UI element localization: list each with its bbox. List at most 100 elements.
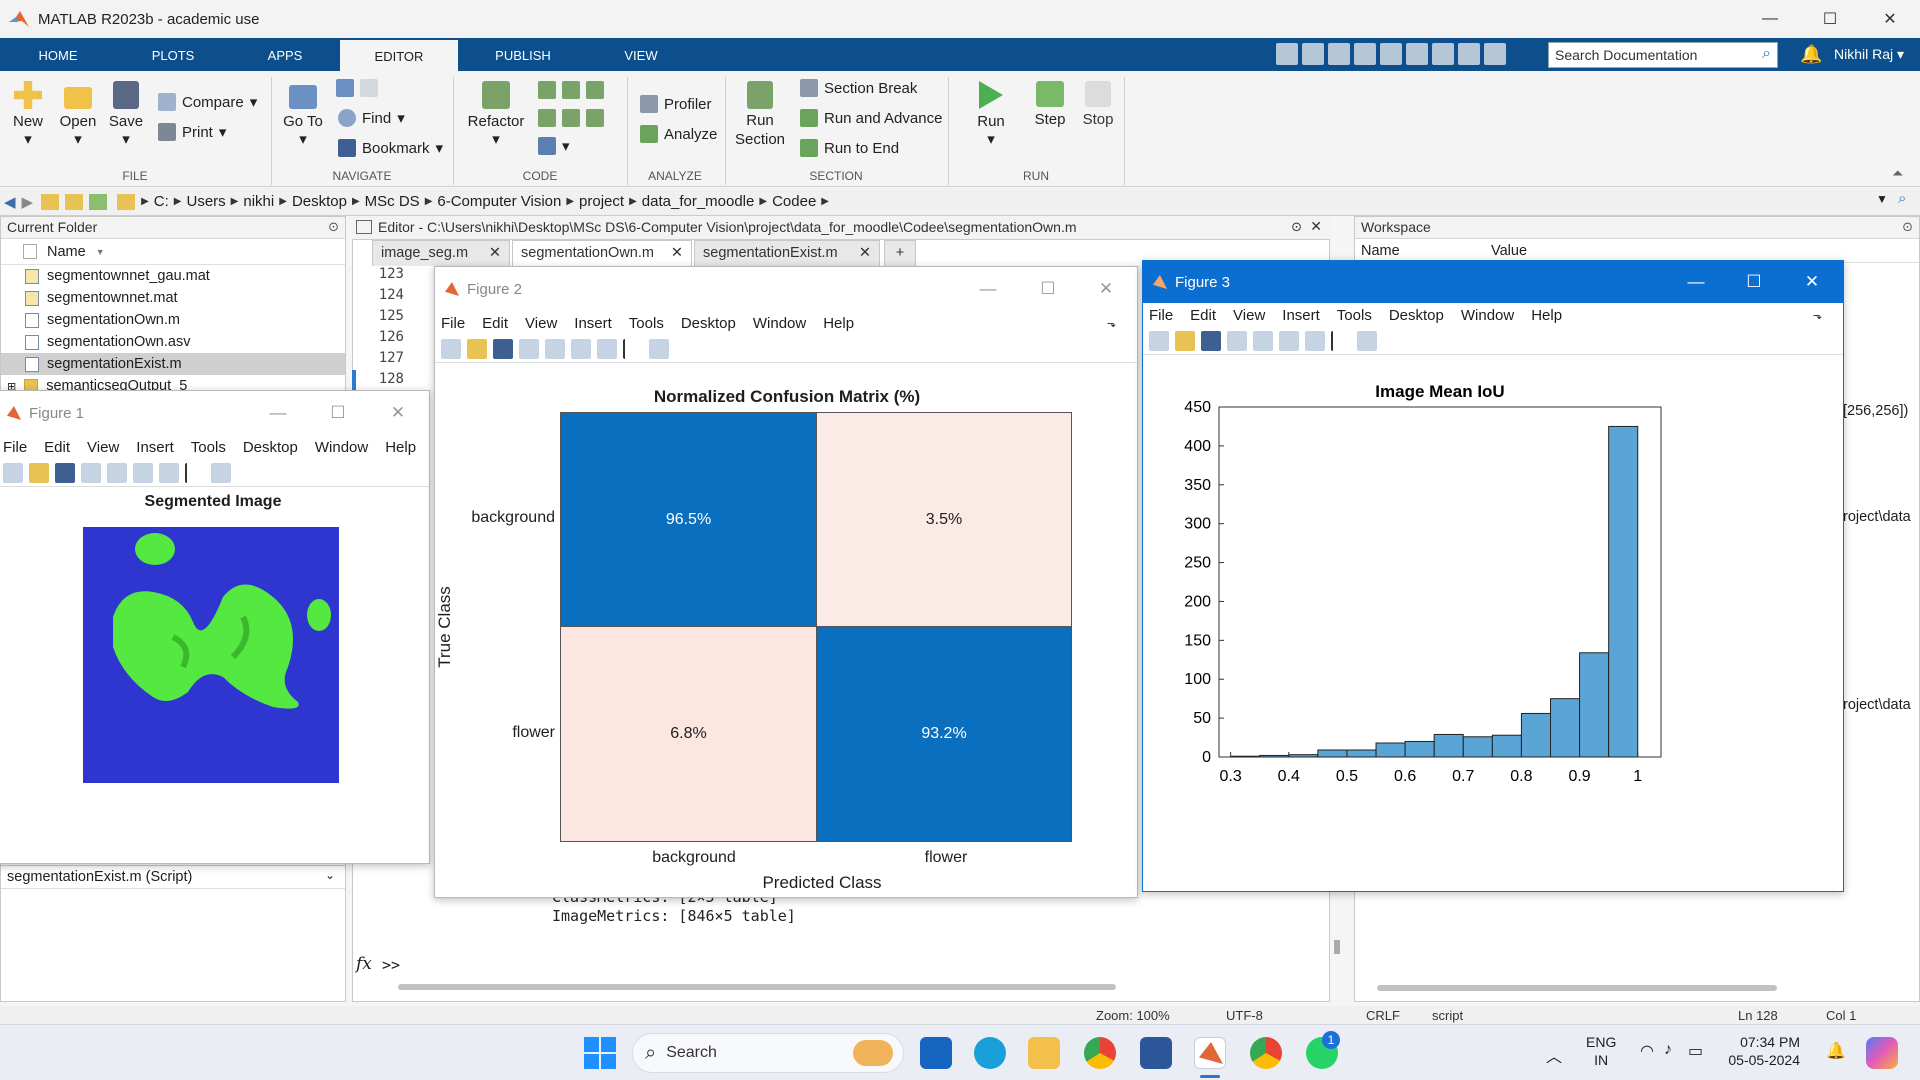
menu-tools[interactable]: Tools	[629, 315, 664, 332]
menu-file[interactable]: File	[1149, 307, 1173, 324]
minimize-button[interactable]: —	[1740, 0, 1800, 38]
address-dropdown-icon[interactable]: ▼	[1876, 192, 1888, 206]
panel-options-icon[interactable]: ⊙	[1902, 219, 1913, 235]
menu-tools[interactable]: Tools	[191, 439, 226, 456]
analyze-button[interactable]: Analyze	[640, 125, 717, 143]
back-icon[interactable]: ◀	[4, 193, 16, 211]
minimize-button[interactable]: —	[1667, 261, 1725, 303]
link-plot-icon[interactable]	[1253, 330, 1273, 351]
start-icon[interactable]	[584, 1037, 616, 1069]
matlab-taskbar-icon[interactable]	[1194, 1037, 1226, 1069]
address-search-icon[interactable]: ⌕	[1898, 190, 1906, 207]
new-button[interactable]: New ▾	[8, 81, 48, 148]
volume-icon[interactable]: ♪	[1664, 1041, 1672, 1059]
up-folder-icon[interactable]	[41, 193, 60, 210]
colorbar-icon[interactable]	[1279, 330, 1299, 351]
colorbar-icon[interactable]	[571, 338, 591, 359]
increase-indent-icon[interactable]	[586, 109, 604, 127]
panel-options-icon[interactable]: ⊙	[328, 219, 339, 235]
minimize-button[interactable]: —	[249, 391, 307, 435]
tab-home[interactable]: HOME	[20, 38, 96, 71]
word-icon[interactable]	[1140, 1037, 1172, 1069]
panel-options-icon[interactable]: ⊙	[1291, 219, 1302, 235]
menu-insert[interactable]: Insert	[574, 315, 612, 332]
menu-help[interactable]: Help	[385, 439, 416, 456]
open-file-icon[interactable]	[1175, 330, 1195, 351]
taskbar-search[interactable]: ⌕ Search	[632, 1033, 904, 1073]
breadcrumb-c[interactable]: C:	[154, 193, 169, 210]
save-figure-icon[interactable]	[55, 462, 75, 483]
chevron-down-icon[interactable]: ⌄	[325, 868, 335, 882]
clock[interactable]: 07:34 PM 05-05-2024	[1722, 1033, 1800, 1069]
save-figure-icon[interactable]	[493, 338, 513, 359]
list-item[interactable]: segmentationOwn.m	[1, 309, 345, 331]
list-item[interactable]: segmentationOwn.asv	[1, 331, 345, 353]
minimize-button[interactable]: —	[959, 267, 1017, 311]
menu-view[interactable]: View	[1233, 307, 1265, 324]
menu-edit[interactable]: Edit	[482, 315, 508, 332]
menu-help[interactable]: Help	[823, 315, 854, 332]
redo-icon[interactable]	[1406, 43, 1428, 65]
chrome-icon[interactable]	[1250, 1037, 1282, 1069]
list-item[interactable]: segmentationExist.m	[1, 353, 345, 375]
compare-button[interactable]: Compare ▾	[158, 93, 257, 111]
maximize-button[interactable]: ☐	[1725, 261, 1783, 303]
menu-window[interactable]: Window	[315, 439, 368, 456]
back-forward[interactable]	[336, 79, 378, 97]
run-and-advance-button[interactable]: Run and Advance	[800, 109, 942, 127]
breadcrumb-data-for-moodle[interactable]: data_for_moodle	[642, 193, 755, 210]
tab-apps[interactable]: APPS	[250, 38, 320, 71]
cut-icon[interactable]	[1302, 43, 1324, 65]
code-tools-row3[interactable]: ▾	[538, 137, 570, 155]
details-panel-header[interactable]: segmentationExist.m (Script) ⌄	[1, 865, 345, 889]
open-file-icon[interactable]	[467, 338, 487, 359]
step-button[interactable]: Step	[1026, 81, 1074, 128]
comment-icon[interactable]	[538, 81, 556, 99]
name-column-label[interactable]: Name	[1355, 243, 1485, 259]
chevron-up-icon[interactable]: ︿	[1546, 1043, 1562, 1067]
value-column-label[interactable]: Value	[1485, 243, 1527, 259]
battery-icon[interactable]: ▭	[1688, 1041, 1703, 1061]
tab-publish[interactable]: PUBLISH	[480, 38, 566, 71]
list-item[interactable]: segmentownnet_gau.mat	[1, 265, 345, 287]
help-icon[interactable]	[1458, 43, 1480, 65]
collapse-ribbon-icon[interactable]: ⏶	[1892, 165, 1903, 182]
uncomment-icon[interactable]	[562, 81, 580, 99]
file-explorer-icon[interactable]	[1028, 1037, 1060, 1069]
language-indicator[interactable]: ENG IN	[1586, 1033, 1616, 1069]
close-button[interactable]: ✕	[1783, 261, 1841, 303]
colorbar-icon[interactable]	[133, 462, 153, 483]
menu-desktop[interactable]: Desktop	[1389, 307, 1444, 324]
notification-icon[interactable]: 🔔	[1826, 1041, 1846, 1061]
maximize-button[interactable]: ☐	[1019, 267, 1077, 311]
menu-view[interactable]: View	[525, 315, 557, 332]
close-button[interactable]: ✕	[369, 391, 427, 435]
legend-icon[interactable]	[159, 462, 179, 483]
edge-icon[interactable]	[974, 1037, 1006, 1069]
list-item[interactable]: segmentownnet.mat	[1, 287, 345, 309]
switch-windows-icon[interactable]	[1432, 43, 1454, 65]
chrome-icon[interactable]	[1084, 1037, 1116, 1069]
breadcrumb-desktop[interactable]: Desktop	[292, 193, 347, 210]
refactor-button[interactable]: Refactor ▾	[462, 81, 530, 148]
menu-insert[interactable]: Insert	[136, 439, 174, 456]
save-figure-icon[interactable]	[1201, 330, 1221, 351]
print-figure-icon[interactable]	[1227, 330, 1247, 351]
menu-file[interactable]: File	[3, 439, 27, 456]
bookmark-button[interactable]: Bookmark ▾	[338, 139, 443, 157]
undo-icon[interactable]	[1380, 43, 1402, 65]
menu-view[interactable]: View	[87, 439, 119, 456]
link-plot-icon[interactable]	[107, 462, 127, 483]
notification-bell-icon[interactable]: 🔔	[1800, 44, 1822, 65]
find-button[interactable]: Find ▾	[338, 109, 405, 127]
run-to-end-button[interactable]: Run to End	[800, 139, 899, 157]
tab-plots[interactable]: PLOTS	[136, 38, 210, 71]
property-editor-icon[interactable]	[1357, 330, 1377, 351]
horizontal-scrollbar[interactable]	[398, 984, 1116, 990]
encoding-status[interactable]: UTF-8	[1226, 1008, 1263, 1023]
wifi-icon[interactable]: ◠	[1640, 1041, 1654, 1061]
close-button[interactable]: ✕	[1077, 267, 1135, 311]
open-button[interactable]: Open ▾	[56, 81, 100, 148]
property-editor-icon[interactable]	[649, 338, 669, 359]
close-button[interactable]: ✕	[1860, 0, 1920, 38]
